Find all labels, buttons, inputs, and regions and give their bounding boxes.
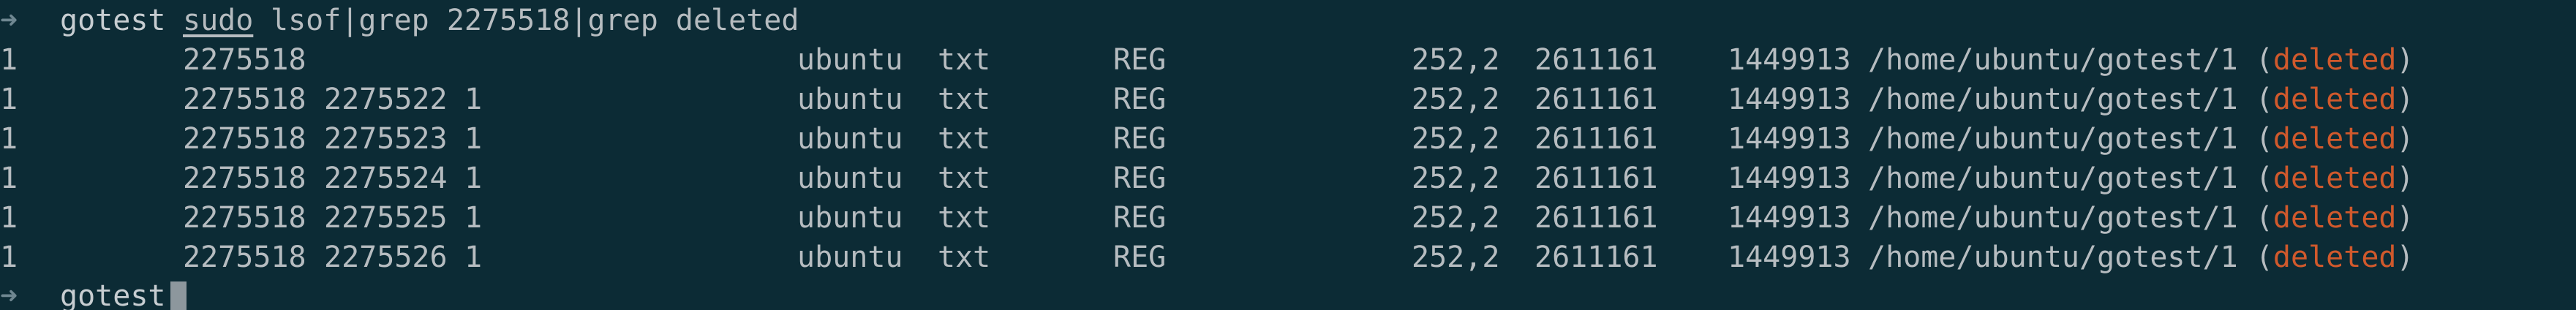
col-tid: 2275525 bbox=[324, 201, 448, 235]
col-tid: 2275526 bbox=[324, 241, 448, 274]
col-node: 1449913 bbox=[1728, 43, 1851, 77]
col-size: 2611161 bbox=[1534, 162, 1658, 195]
next-prompt-line[interactable]: ➜ gotest bbox=[0, 276, 187, 310]
col-node: 1449913 bbox=[1728, 83, 1851, 116]
col-size: 2611161 bbox=[1534, 122, 1658, 156]
col-pid: 2275518 bbox=[183, 201, 306, 235]
col-fd: txt bbox=[938, 43, 991, 77]
col-size: 2611161 bbox=[1534, 83, 1658, 116]
col-command: 1 bbox=[0, 162, 18, 195]
deleted-status: deleted bbox=[2272, 122, 2397, 156]
col-command: 1 bbox=[0, 83, 18, 116]
col-taskcmd: 1 bbox=[464, 122, 483, 156]
prompt-arrow-icon: ➜ bbox=[0, 279, 18, 310]
col-path: /home/ubuntu/gotest/1 (deleted) bbox=[1868, 162, 2414, 195]
col-type: REG bbox=[1113, 241, 1167, 274]
col-taskcmd: 1 bbox=[464, 83, 483, 116]
text-cursor[interactable] bbox=[170, 281, 187, 310]
deleted-status: deleted bbox=[2272, 201, 2397, 235]
col-command: 1 bbox=[0, 122, 18, 156]
col-command: 1 bbox=[0, 201, 18, 235]
col-node: 1449913 bbox=[1728, 162, 1851, 195]
col-device: 252,2 bbox=[1412, 43, 1500, 77]
col-fd: txt bbox=[938, 201, 991, 235]
col-device: 252,2 bbox=[1412, 122, 1500, 156]
col-device: 252,2 bbox=[1412, 162, 1500, 195]
col-node: 1449913 bbox=[1728, 201, 1851, 235]
col-device: 252,2 bbox=[1412, 201, 1500, 235]
col-user: ubuntu bbox=[797, 83, 903, 116]
col-command: 1 bbox=[0, 241, 18, 274]
col-user: ubuntu bbox=[797, 122, 903, 156]
col-fd: txt bbox=[938, 83, 991, 116]
col-taskcmd: 1 bbox=[464, 162, 483, 195]
col-type: REG bbox=[1113, 43, 1167, 77]
col-device: 252,2 bbox=[1412, 241, 1500, 274]
col-user: ubuntu bbox=[797, 162, 903, 195]
col-pid: 2275518 bbox=[183, 43, 306, 77]
col-type: REG bbox=[1113, 122, 1167, 156]
col-fd: txt bbox=[938, 241, 991, 274]
col-pid: 2275518 bbox=[183, 241, 306, 274]
col-type: REG bbox=[1113, 83, 1167, 116]
col-node: 1449913 bbox=[1728, 122, 1851, 156]
col-taskcmd: 1 bbox=[464, 201, 483, 235]
col-path: /home/ubuntu/gotest/1 (deleted) bbox=[1868, 241, 2414, 274]
col-pid: 2275518 bbox=[183, 83, 306, 116]
command-line: ➜ gotest sudo lsof|grep 2275518|grep del… bbox=[0, 1, 799, 40]
deleted-status: deleted bbox=[2272, 83, 2397, 116]
col-user: ubuntu bbox=[797, 201, 903, 235]
col-taskcmd: 1 bbox=[464, 241, 483, 274]
command-text: lsof|grep 2275518|grep deleted bbox=[271, 4, 799, 37]
deleted-status: deleted bbox=[2272, 43, 2397, 77]
col-tid: 2275524 bbox=[324, 162, 448, 195]
col-fd: txt bbox=[938, 162, 991, 195]
col-user: ubuntu bbox=[797, 43, 903, 77]
col-size: 2611161 bbox=[1534, 43, 1658, 77]
prompt-arrow-icon: ➜ bbox=[0, 4, 18, 37]
col-command: 1 bbox=[0, 43, 18, 77]
col-user: ubuntu bbox=[797, 241, 903, 274]
col-path: /home/ubuntu/gotest/1 (deleted) bbox=[1868, 43, 2414, 77]
col-size: 2611161 bbox=[1534, 201, 1658, 235]
deleted-status: deleted bbox=[2272, 241, 2397, 274]
col-type: REG bbox=[1113, 162, 1167, 195]
prompt-directory: gotest bbox=[60, 276, 187, 310]
command-sudo: sudo bbox=[183, 4, 254, 37]
col-type: REG bbox=[1113, 201, 1167, 235]
col-device: 252,2 bbox=[1412, 83, 1500, 116]
col-pid: 2275518 bbox=[183, 122, 306, 156]
col-fd: txt bbox=[938, 122, 991, 156]
terminal-window[interactable]: ➜ gotest sudo lsof|grep 2275518|grep del… bbox=[0, 0, 2576, 310]
col-node: 1449913 bbox=[1728, 241, 1851, 274]
deleted-status: deleted bbox=[2272, 162, 2397, 195]
col-pid: 2275518 bbox=[183, 162, 306, 195]
col-path: /home/ubuntu/gotest/1 (deleted) bbox=[1868, 122, 2414, 156]
col-size: 2611161 bbox=[1534, 241, 1658, 274]
col-tid: 2275523 bbox=[324, 122, 448, 156]
col-path: /home/ubuntu/gotest/1 (deleted) bbox=[1868, 201, 2414, 235]
col-path: /home/ubuntu/gotest/1 (deleted) bbox=[1868, 83, 2414, 116]
prompt-directory: gotest bbox=[60, 4, 166, 37]
col-tid: 2275522 bbox=[324, 83, 448, 116]
